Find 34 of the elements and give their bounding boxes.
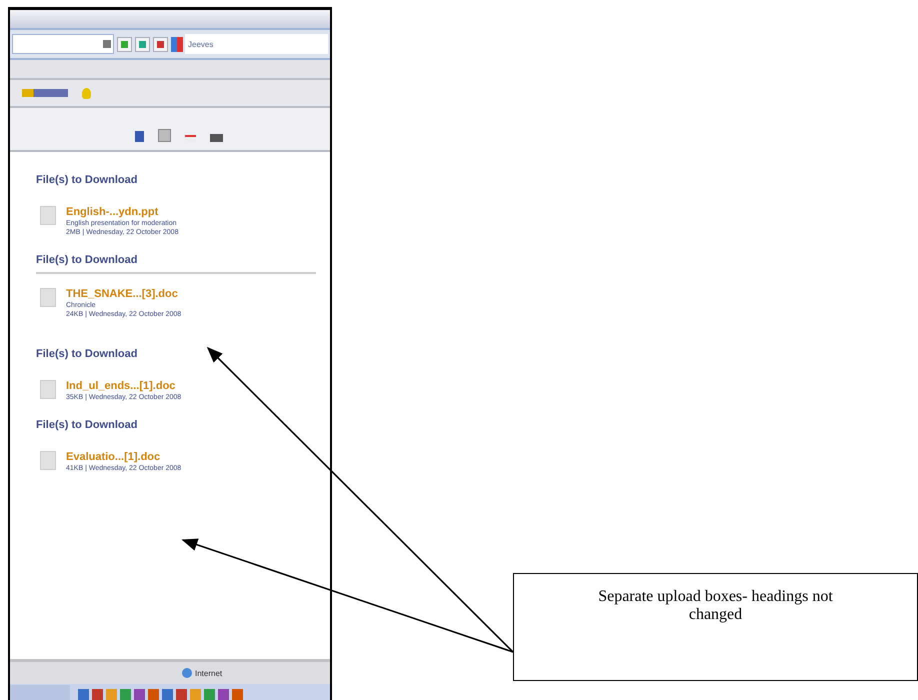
document-icon <box>40 380 56 399</box>
file-link[interactable]: Ind_ul_ends...[1].doc <box>66 380 182 392</box>
tray-icon[interactable] <box>232 688 243 700</box>
file-link[interactable]: THE_SNAKE...[3].doc <box>66 288 182 300</box>
tray-icon[interactable] <box>162 688 173 700</box>
tray-icon[interactable] <box>148 688 159 700</box>
search-engine-icon <box>171 36 183 52</box>
internet-zone-label: Internet <box>182 668 222 678</box>
start-button[interactable] <box>10 685 70 700</box>
stop-icon[interactable] <box>153 36 168 52</box>
section-heading: File(s) to Download <box>36 254 316 274</box>
tray-icon[interactable] <box>78 688 89 700</box>
favorites-icon[interactable] <box>22 89 68 97</box>
go-icon[interactable] <box>117 36 132 52</box>
document-icon <box>40 288 56 307</box>
tray-icon[interactable] <box>134 688 145 700</box>
feed-icon[interactable] <box>158 129 171 142</box>
section-heading: File(s) to Download <box>36 348 138 362</box>
file-link[interactable]: Evaluatio...[1].doc <box>66 451 182 463</box>
tray-icon[interactable] <box>92 688 103 700</box>
section-heading: File(s) to Download <box>36 419 138 433</box>
refresh-icon[interactable] <box>135 36 150 52</box>
mail-icon[interactable] <box>185 135 196 142</box>
section-heading: File(s) to Download <box>36 174 138 188</box>
tray-icon[interactable] <box>120 688 131 700</box>
callout-note: Separate upload boxes- headings not changed <box>513 573 918 681</box>
tray-icon[interactable] <box>204 688 215 700</box>
search-field[interactable]: Jeeves <box>185 34 328 54</box>
address-field[interactable] <box>12 34 114 54</box>
document-icon <box>40 451 56 470</box>
document-icon <box>40 206 56 225</box>
tray-icon[interactable] <box>176 688 187 700</box>
tray-icon[interactable] <box>218 688 229 700</box>
file-link[interactable]: English-...ydn.ppt <box>66 206 178 218</box>
